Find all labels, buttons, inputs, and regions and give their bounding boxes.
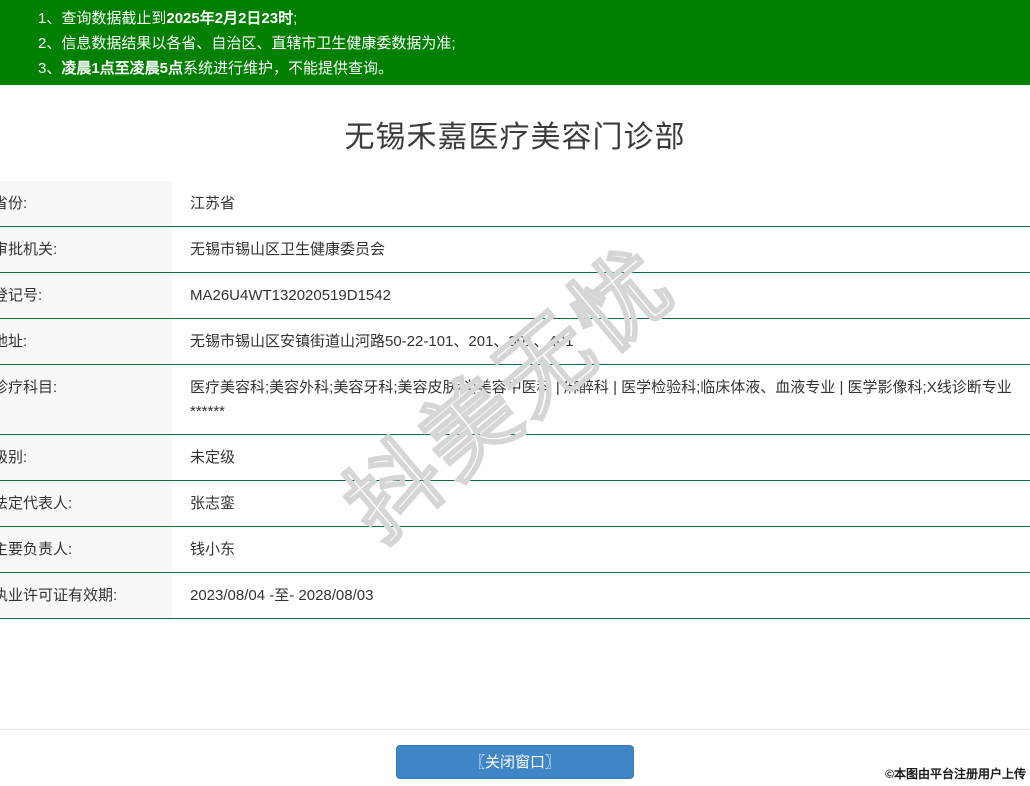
row-label: 审批机关: [0,227,172,272]
row-value: 无锡市锡山区卫生健康委员会 [172,227,1030,272]
row-value: 2023/08/04 -至- 2028/08/03 [172,573,1030,618]
table-row-legal-representative: 法定代表人: 张志銮 [0,481,1030,527]
row-label: 省份: [0,181,172,226]
table-row-address: 地址: 无锡市锡山区安镇街道山河路50-22-101、201、301、401 [0,319,1030,365]
notice-text-bold: 凌晨1点至凌晨5点 [61,60,183,77]
row-label: 执业许可证有效期: [0,573,172,618]
row-value: 钱小东 [172,527,1030,572]
notice-number: 3、 [38,60,61,77]
table-row-province: 省份: 江苏省 [0,181,1030,227]
notice-text-bold: 2025年2月2日23时 [166,10,293,27]
close-window-button[interactable]: 〖关闭窗口〗 [396,745,634,779]
notice-number: 1、 [38,10,61,27]
row-value: 未定级 [172,435,1030,480]
row-value: MA26U4WT132020519D1542 [172,273,1030,318]
table-row-principal: 主要负责人: 钱小东 [0,527,1030,573]
institution-info-table: 省份: 江苏省 审批机关: 无锡市锡山区卫生健康委员会 登记号: MA26U4W… [0,181,1030,619]
copyright-watermark: ©本图由平台注册用户上传 [885,765,1026,782]
notice-number: 2、 [38,35,61,52]
notice-line-1: 1、查询数据截止到2025年2月2日23时; [38,6,1020,31]
row-value: 张志銮 [172,481,1030,526]
footer-divider [0,729,1030,730]
row-label: 诊疗科目: [0,365,172,434]
page-title: 无锡禾嘉医疗美容门诊部 [0,112,1030,154]
table-row-registration-number: 登记号: MA26U4WT132020519D1542 [0,273,1030,319]
row-label: 登记号: [0,273,172,318]
notice-bar: 1、查询数据截止到2025年2月2日23时; 2、信息数据结果以各省、自治区、直… [0,0,1030,85]
row-value: 医疗美容科;美容外科;美容牙科;美容皮肤科;美容中医科 | 麻醉科 | 医学检验… [172,365,1030,434]
row-label: 级别: [0,435,172,480]
row-label: 地址: [0,319,172,364]
notice-line-2: 2、信息数据结果以各省、自治区、直辖市卫生健康委数据为准; [38,31,1020,56]
table-row-approval-authority: 审批机关: 无锡市锡山区卫生健康委员会 [0,227,1030,273]
row-value: 无锡市锡山区安镇街道山河路50-22-101、201、301、401 [172,319,1030,364]
notice-text: 信息数据结果以各省、自治区、直辖市卫生健康委数据为准; [61,35,455,52]
license-query-page: 1、查询数据截止到2025年2月2日23时; 2、信息数据结果以各省、自治区、直… [0,0,1030,786]
row-value: 江苏省 [172,181,1030,226]
row-label: 主要负责人: [0,527,172,572]
table-row-license-validity: 执业许可证有效期: 2023/08/04 -至- 2028/08/03 [0,573,1030,619]
notice-text: 查询数据截止到 [61,10,166,27]
row-label: 法定代表人: [0,481,172,526]
notice-text: 系统进行维护，不能提供查询。 [183,60,393,77]
table-row-medical-subjects: 诊疗科目: 医疗美容科;美容外科;美容牙科;美容皮肤科;美容中医科 | 麻醉科 … [0,365,1030,435]
table-row-level: 级别: 未定级 [0,435,1030,481]
notice-line-3: 3、凌晨1点至凌晨5点系统进行维护，不能提供查询。 [38,56,1020,81]
notice-text: ; [293,10,297,27]
